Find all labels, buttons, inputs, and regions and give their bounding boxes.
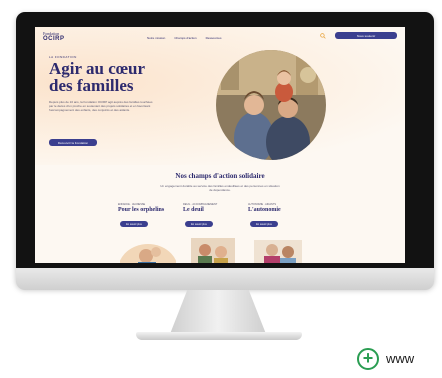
header-donate-button[interactable]: Nous soutenir <box>335 32 397 39</box>
hero-title: Agir au cœur des familles <box>49 59 145 95</box>
plus-circle-icon[interactable]: + <box>357 348 379 370</box>
search-icon[interactable] <box>320 33 326 39</box>
card-photo <box>191 238 235 263</box>
card-autonomie[interactable]: AUTONOMIE · AIDANTS L'autonomie En savoi… <box>248 203 328 263</box>
nav-item-champs[interactable]: Champs d'action <box>174 36 196 40</box>
site-logo[interactable]: Fondation OCIRP <box>43 32 65 43</box>
card-photo <box>254 240 302 263</box>
nav-item-ressources[interactable]: Ressources <box>206 36 222 40</box>
card-eyebrow: AUTONOMIE · AIDANTS <box>248 203 277 206</box>
hero-cta-button[interactable]: Découvrir la Fondation <box>49 139 97 146</box>
nav-item-mission[interactable]: Notre mission <box>147 36 165 40</box>
hero-description: Depuis plus de 10 ans, la Fondation OCIR… <box>49 100 153 113</box>
website-url-text[interactable]: www <box>386 351 414 366</box>
monitor-stand <box>170 290 266 334</box>
website-screen: Fondation OCIRP Notre mission Champs d'a… <box>35 27 405 263</box>
section-title: Nos champs d'action solidaire <box>175 172 265 180</box>
card-button[interactable]: En savoir plus <box>185 221 213 227</box>
monitor-chin <box>16 268 434 290</box>
monitor-base <box>136 332 302 340</box>
card-button[interactable]: En savoir plus <box>120 221 148 227</box>
card-photo <box>120 244 176 263</box>
card-title: L'autonomie <box>248 207 281 213</box>
logo-line-2: OCIRP <box>43 36 65 42</box>
card-button[interactable]: En savoir plus <box>250 221 278 227</box>
section-subtitle: Un engagement durable au service des fam… <box>160 184 280 192</box>
main-nav: Notre mission Champs d'action Ressources <box>147 36 221 40</box>
hero-family-photo <box>216 50 326 160</box>
